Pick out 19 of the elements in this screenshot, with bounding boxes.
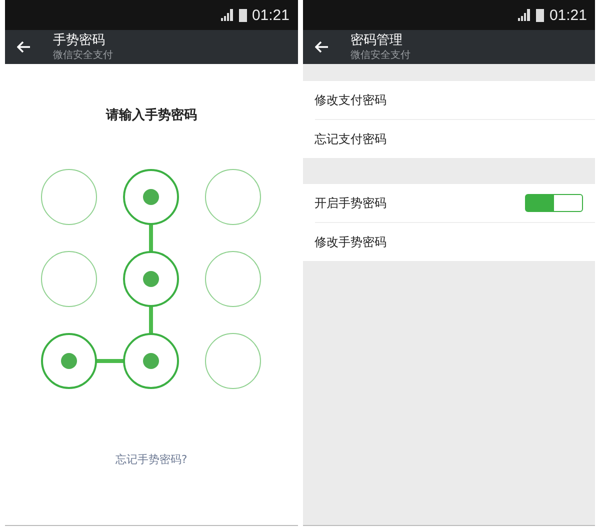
settings-item[interactable]: 开启手势密码 — [314, 194, 386, 212]
signal-icon — [518, 9, 532, 21]
battery-icon — [536, 8, 544, 22]
settings-item[interactable]: 修改支付密码 — [314, 92, 386, 108]
toggle-switch[interactable] — [525, 194, 583, 212]
app-bar-title: 手势密码 — [53, 32, 106, 48]
forgot-pattern-link[interactable]: 忘记手势密码? — [115, 452, 188, 467]
signal-icon — [220, 9, 234, 21]
back-arrow-icon — [314, 41, 328, 53]
pattern-prompt: 请输入手势密码 — [104, 106, 198, 124]
app-bar-title: 密码管理 — [350, 32, 404, 48]
status-time: 01:21 — [549, 6, 587, 24]
status-time: 01:21 — [252, 6, 290, 24]
settings-item[interactable]: 忘记支付密码 — [314, 130, 386, 148]
settings-item[interactable]: 修改手势密码 — [314, 234, 386, 250]
battery-icon — [238, 8, 247, 22]
app-bar-subtitle: 微信安全支付 — [53, 48, 113, 62]
app-bar-subtitle: 微信安全支付 — [350, 48, 410, 62]
back-arrow-icon — [17, 41, 31, 53]
